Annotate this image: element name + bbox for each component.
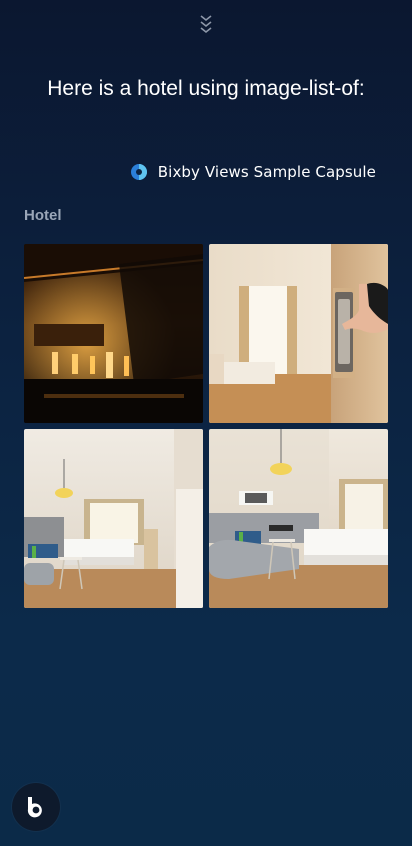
collapse-button[interactable] <box>196 12 216 36</box>
hotel-room-image-1[interactable] <box>24 429 203 608</box>
hotel-lobby-bar-image[interactable] <box>24 244 203 423</box>
double-chevron-down-icon <box>200 15 212 34</box>
capsule-name: Bixby Views Sample Capsule <box>157 163 376 181</box>
image-list <box>24 244 388 608</box>
section-title: Hotel <box>24 207 62 224</box>
capsule-attribution: Bixby Views Sample Capsule <box>130 161 376 183</box>
hotel-room-image-2[interactable] <box>209 429 388 608</box>
response-text: Here is a hotel using image-list-of: <box>47 77 365 100</box>
bixby-capsule-icon <box>130 163 148 181</box>
hotel-door-keycard-image[interactable] <box>209 244 388 423</box>
bixby-logo-icon <box>27 797 42 818</box>
bixby-button[interactable] <box>12 783 60 831</box>
